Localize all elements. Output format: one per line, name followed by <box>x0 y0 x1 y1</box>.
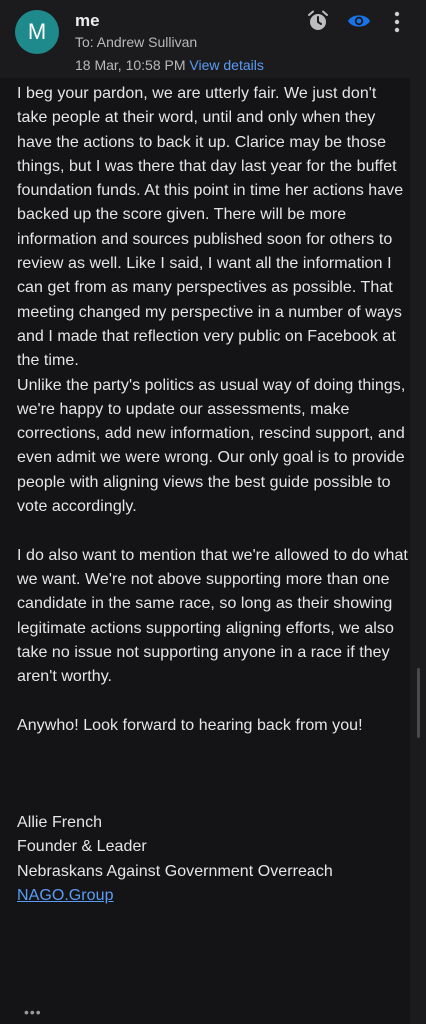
sender-avatar[interactable]: M <box>15 10 59 54</box>
more-vert-icon[interactable] <box>392 11 402 33</box>
paragraph-2: Unlike the party's politics as usual way… <box>17 376 406 516</box>
scrollbar[interactable] <box>417 668 420 738</box>
date-line: 18 Mar, 10:58 PM View details <box>75 57 264 73</box>
signature-name: Allie French <box>17 813 103 831</box>
view-details-link[interactable]: View details <box>189 57 263 73</box>
show-trimmed-content-button[interactable]: ••• <box>24 1004 42 1020</box>
eye-icon[interactable] <box>347 12 371 30</box>
signature-title: Founder & Leader <box>17 838 147 856</box>
message-body: I beg your pardon, we are utterly fair. … <box>17 82 409 908</box>
message-header: M me To: Andrew Sullivan 18 Mar, 10:58 P… <box>0 0 426 78</box>
paragraph-1: I beg your pardon, we are utterly fair. … <box>17 85 404 370</box>
signature-website-link[interactable]: NAGO.Group <box>17 887 114 904</box>
paragraph-3: I do also want to mention that we're all… <box>17 546 408 686</box>
recipient-line[interactable]: To: Andrew Sullivan <box>75 34 197 50</box>
snooze-icon[interactable] <box>307 10 329 32</box>
signature-org: Nebraskans Against Government Overreach <box>17 862 333 880</box>
message-date: 18 Mar, 10:58 PM <box>75 57 186 73</box>
paragraph-4: Anywho! Look forward to hearing back fro… <box>17 716 363 734</box>
sender-name: me <box>75 11 100 30</box>
